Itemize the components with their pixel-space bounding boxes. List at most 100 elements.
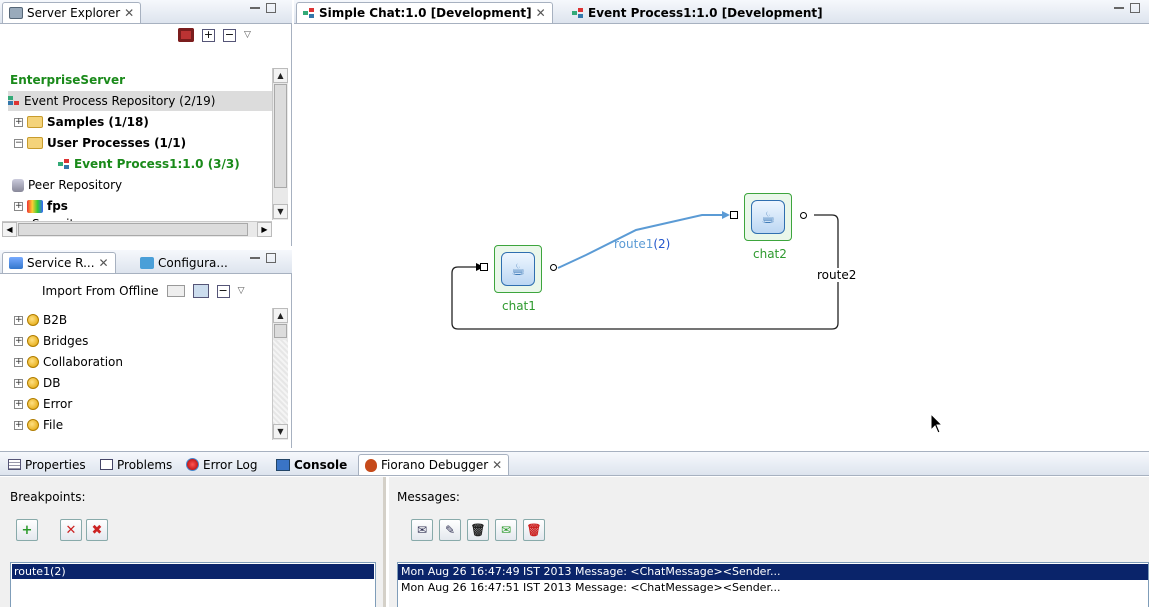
chat2-output-port[interactable] — [800, 212, 807, 219]
service-tree-vscroll[interactable]: ▲ ▼ — [272, 308, 288, 440]
scroll-down-icon[interactable]: ▼ — [273, 424, 288, 439]
server-explorer-toolbar: + − ▽ — [178, 28, 251, 42]
properties-tab-label: Properties — [25, 457, 86, 472]
chat2-node[interactable]: ☕ — [744, 193, 792, 241]
scroll-track[interactable] — [273, 340, 288, 424]
maximize-icon[interactable] — [1130, 3, 1140, 13]
tree-event-repo-item[interactable]: Event Process Repository (2/19) — [8, 91, 272, 111]
import-from-offline-label[interactable]: Import From Offline — [42, 284, 159, 298]
expand-icon[interactable]: + — [14, 420, 23, 430]
route1-label[interactable]: route1(2) — [614, 237, 670, 251]
tree-peer-repo-item[interactable]: Peer Repository — [12, 175, 122, 195]
user-processes-label: User Processes (1/1) — [47, 136, 187, 150]
scroll-down-icon[interactable]: ▼ — [273, 204, 288, 219]
route1-arrow-icon — [722, 211, 730, 219]
scroll-thumb[interactable] — [274, 324, 287, 338]
view-menu-icon[interactable]: ▽ — [238, 286, 245, 296]
service-item-db[interactable]: + DB — [14, 373, 60, 393]
service-key-icon — [27, 398, 39, 410]
add-server-icon[interactable] — [178, 28, 194, 42]
server-tree-vscroll[interactable]: ▲ ▼ — [272, 68, 288, 220]
scroll-up-icon[interactable]: ▲ — [273, 308, 288, 323]
remove-breakpoint-button[interactable]: ✕ — [60, 519, 82, 541]
add-breakpoint-button[interactable]: + — [16, 519, 38, 541]
tab-error-log[interactable]: Error Log — [180, 454, 264, 475]
close-icon[interactable]: ✕ — [492, 458, 502, 472]
chat1-output-port[interactable] — [550, 264, 557, 271]
tree-fps-item[interactable]: + fps — [14, 196, 68, 216]
expand-icon[interactable]: + — [14, 315, 23, 325]
breakpoint-item[interactable]: route1(2) — [11, 563, 375, 580]
scroll-left-icon[interactable]: ◀ — [2, 222, 17, 237]
send-message-button[interactable]: ✉ — [495, 519, 517, 541]
server-explorer-icon — [9, 7, 23, 19]
messages-pane: Messages: ✉ ✎ 🗑 ✉ 🗑 Mon Aug 26 16:47:49 … — [389, 477, 1149, 607]
event-process-icon — [303, 8, 315, 18]
import-icon[interactable] — [166, 285, 185, 297]
expand-all-icon[interactable]: + — [202, 28, 215, 42]
minimize-icon[interactable] — [250, 253, 260, 259]
chat1-node[interactable]: ☕ — [494, 245, 542, 293]
expand-icon[interactable]: + — [14, 399, 23, 409]
service-item-error[interactable]: + Error — [14, 394, 72, 414]
messages-label: Messages: — [397, 490, 460, 504]
tab-service-repository[interactable]: Service R... ✕ — [2, 252, 116, 273]
tab-fiorano-debugger[interactable]: Fiorano Debugger ✕ — [358, 454, 510, 475]
tab-problems[interactable]: Problems — [94, 454, 178, 475]
service-item-file[interactable]: + File — [14, 415, 63, 435]
problems-icon — [100, 459, 113, 470]
scroll-right-icon[interactable]: ▶ — [257, 222, 272, 237]
tree-server-item[interactable]: EnterpriseServer — [10, 70, 125, 90]
edit-message-button[interactable]: ✎ — [439, 519, 461, 541]
expand-icon[interactable]: + — [14, 378, 23, 388]
close-icon[interactable]: ✕ — [99, 256, 109, 270]
chat1-input-port[interactable] — [480, 263, 488, 271]
discard-all-button[interactable]: 🗑 — [523, 519, 545, 541]
fps-label: fps — [47, 199, 68, 213]
message-row[interactable]: Mon Aug 26 16:47:51 IST 2013 Message: <C… — [398, 580, 1148, 596]
service-item-b2b[interactable]: + B2B — [14, 310, 67, 330]
service-item-label: B2B — [43, 313, 68, 327]
close-icon[interactable]: ✕ — [124, 6, 134, 20]
tree-event-process-item[interactable]: Event Process1:1.0 (3/3) — [58, 154, 240, 174]
chat2-input-port[interactable] — [730, 211, 738, 219]
service-item-bridges[interactable]: + Bridges — [14, 331, 88, 351]
close-icon[interactable]: ✕ — [536, 6, 546, 20]
collapse-icon[interactable]: − — [14, 138, 23, 148]
tree-samples-item[interactable]: + Samples (1/18) — [14, 112, 149, 132]
minimize-icon[interactable] — [1114, 3, 1124, 9]
tree-user-processes-item[interactable]: − User Processes (1/1) — [14, 133, 186, 153]
tab-console[interactable]: Console — [270, 454, 353, 475]
server-tree-hscroll[interactable]: ◀ ▶ — [2, 221, 272, 237]
process-canvas[interactable]: ☕ chat1 ☕ chat2 route1(2) route2 — [294, 25, 1149, 448]
route2-label[interactable]: route2 — [817, 268, 857, 282]
service-toolbar: Import From Offline − ▽ — [42, 284, 244, 298]
scroll-up-icon[interactable]: ▲ — [273, 68, 288, 83]
tab-simple-chat[interactable]: Simple Chat:1.0 [Development] ✕ — [296, 2, 553, 23]
collapse-all-icon[interactable]: − — [216, 284, 230, 298]
tab-properties[interactable]: Properties — [2, 454, 92, 475]
message-row[interactable]: Mon Aug 26 16:47:49 IST 2013 Message: <C… — [398, 564, 1148, 580]
maximize-icon[interactable] — [266, 253, 276, 263]
service-key-icon — [27, 335, 39, 347]
expand-icon[interactable]: + — [14, 117, 23, 127]
export-icon[interactable] — [192, 284, 209, 298]
expand-icon[interactable]: + — [14, 336, 23, 346]
configuration-icon — [140, 256, 154, 269]
scroll-thumb[interactable] — [274, 84, 287, 188]
minimize-icon[interactable] — [250, 3, 260, 9]
view-message-button[interactable]: ✉ — [411, 519, 433, 541]
tab-server-explorer[interactable]: Server Explorer ✕ — [2, 2, 142, 23]
expand-icon[interactable]: + — [14, 201, 23, 211]
service-item-collaboration[interactable]: + Collaboration — [14, 352, 123, 372]
hscroll-thumb[interactable] — [18, 223, 248, 236]
collapse-all-icon[interactable]: − — [223, 28, 236, 42]
delete-message-button[interactable]: 🗑 — [467, 519, 489, 541]
view-menu-icon[interactable]: ▽ — [244, 30, 251, 40]
tab-event-process1[interactable]: Event Process1:1.0 [Development] — [566, 2, 829, 23]
remove-all-breakpoints-button[interactable]: ✖ — [86, 519, 108, 541]
tab-configuration[interactable]: Configura... — [134, 252, 234, 273]
maximize-icon[interactable] — [266, 3, 276, 13]
service-repository-panel: Service R... ✕ Configura... Import From … — [0, 250, 292, 448]
expand-icon[interactable]: + — [14, 357, 23, 367]
